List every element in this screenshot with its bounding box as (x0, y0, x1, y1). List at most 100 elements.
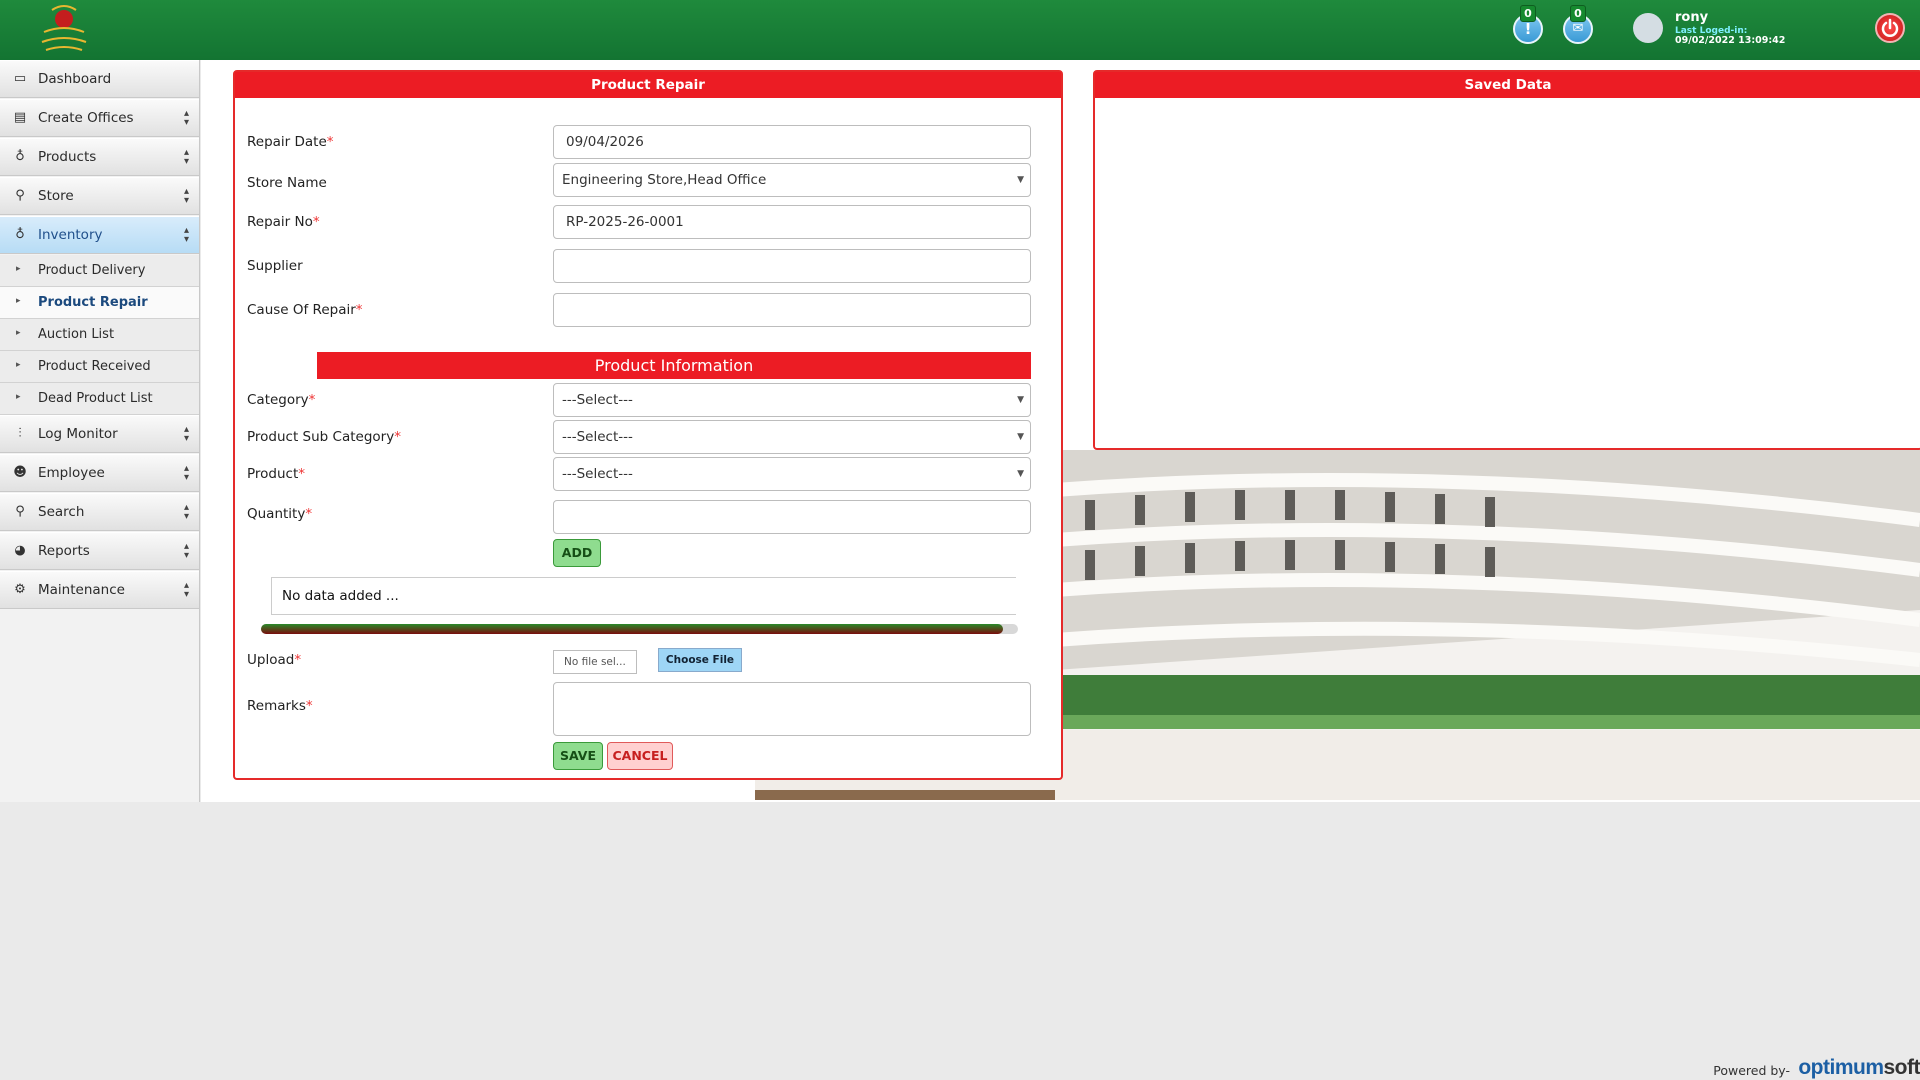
footer: Powered by- optimumsoft (1520, 1056, 1920, 1080)
remarks-textarea[interactable] (553, 682, 1031, 736)
chevron-down-icon: ▼ (1017, 432, 1024, 442)
cause-of-repair-label: Cause Of Repair* (247, 302, 363, 318)
sort-caret-icon: ▴ ▾ (183, 225, 189, 245)
sidebar-item-store[interactable]: ⚲ Store ▴ ▾ (0, 177, 199, 215)
chevron-down-icon: ▼ (1017, 395, 1024, 405)
sidebar-item-label: Search (38, 504, 85, 520)
chevron-right-icon: ▸ (16, 392, 21, 402)
subcategory-value: ---Select--- (562, 429, 633, 445)
lightbulb-icon: ♁ (15, 227, 25, 242)
subitem-label: Product Repair (38, 295, 148, 310)
users-icon: ☻ (13, 465, 27, 480)
sort-caret-icon: ▴ ▾ (183, 186, 189, 206)
chevron-right-icon: ▸ (16, 360, 21, 370)
items-table: No data added ... (271, 577, 1016, 615)
sidebar-item-label: Dashboard (38, 71, 112, 87)
sidebar-item-products[interactable]: ♁ Products ▴ ▾ (0, 138, 199, 176)
category-value: ---Select--- (562, 392, 633, 408)
choose-file-button[interactable]: Choose File (658, 648, 742, 672)
sort-caret-icon: ▴ ▾ (183, 424, 189, 444)
sidebar-item-label: Store (38, 188, 74, 204)
product-label: Product* (247, 466, 306, 482)
quantity-field[interactable] (553, 500, 1031, 534)
sort-caret-icon: ▴ ▾ (183, 502, 189, 522)
no-data-text: No data added ... (282, 588, 399, 604)
sidebar-item-label: Products (38, 149, 97, 165)
chevron-right-icon: ▸ (16, 296, 21, 306)
sidebar: ▭ Dashboard ▤ Create Offices ▴ ▾ ♁ Produc… (0, 60, 200, 802)
store-name-select[interactable]: Engineering Store,Head Office ▼ (553, 163, 1031, 197)
product-sub-category-select[interactable]: ---Select--- ▼ (553, 420, 1031, 454)
sidebar-item-label: Employee (38, 465, 105, 481)
sort-caret-icon: ▴ ▾ (183, 541, 189, 561)
product-sub-category-label: Product Sub Category* (247, 429, 401, 445)
logo-emblem-icon[interactable] (24, 4, 104, 56)
subitem-label: Product Delivery (38, 263, 146, 278)
repair-no-label: Repair No* (247, 214, 320, 230)
product-value: ---Select--- (562, 466, 633, 482)
subitem-product-delivery[interactable]: ▸ Product Delivery (0, 255, 199, 287)
sort-caret-icon: ▴ ▾ (183, 147, 189, 167)
sliders-icon: ⫶ (18, 426, 22, 441)
category-label: Category* (247, 392, 316, 408)
store-name-value: Engineering Store,Head Office (562, 172, 767, 188)
sidebar-item-label: Reports (38, 543, 90, 559)
subitem-product-repair[interactable]: ▸ Product Repair (0, 287, 199, 319)
product-information-header: Product Information (317, 352, 1031, 379)
repair-date-field[interactable]: 09/04/2026 (553, 125, 1031, 159)
subitem-dead-product-list[interactable]: ▸ Dead Product List (0, 383, 199, 415)
sidebar-item-reports[interactable]: ◕ Reports ▴ ▾ (0, 532, 199, 570)
save-button[interactable]: SAVE (553, 742, 603, 770)
cancel-button[interactable]: CANCEL (607, 742, 673, 770)
avatar[interactable] (1633, 13, 1663, 43)
sidebar-item-dashboard[interactable]: ▭ Dashboard (0, 60, 199, 98)
sidebar-item-label: Create Offices (38, 110, 134, 126)
sidebar-item-create-offices[interactable]: ▤ Create Offices ▴ ▾ (0, 99, 199, 137)
sort-caret-icon: ▴ ▾ (183, 108, 189, 128)
sidebar-item-maintenance[interactable]: ⚙ Maintenance ▴ ▾ (0, 571, 199, 609)
category-select[interactable]: ---Select--- ▼ (553, 383, 1031, 417)
repair-no-field[interactable]: RP-2025-26-0001 (553, 205, 1031, 239)
file-name-display: No file sel... (553, 650, 637, 674)
sidebar-item-employee[interactable]: ☻ Employee ▴ ▾ (0, 454, 199, 492)
product-select[interactable]: ---Select--- ▼ (553, 457, 1031, 491)
powered-by-text: Powered by- (1713, 1063, 1790, 1078)
subitem-label: Dead Product List (38, 391, 153, 406)
quantity-label: Quantity* (247, 506, 313, 522)
power-icon[interactable] (1875, 13, 1905, 43)
upload-label: Upload* (247, 652, 302, 668)
sidebar-item-inventory[interactable]: ♁ Inventory ▴ ▾ (0, 216, 199, 254)
chevron-down-icon: ▼ (1017, 469, 1024, 479)
supplier-field[interactable] (553, 249, 1031, 283)
pie-chart-icon: ◕ (14, 543, 26, 558)
messages-badge: 0 (1570, 5, 1586, 22)
subitem-auction-list[interactable]: ▸ Auction List (0, 319, 199, 351)
sidebar-item-log-monitor[interactable]: ⫶ Log Monitor ▴ ▾ (0, 415, 199, 453)
chevron-down-icon: ▼ (1017, 175, 1024, 185)
sidebar-item-search[interactable]: ⚲ Search ▴ ▾ (0, 493, 199, 531)
product-repair-panel: Product Repair Repair Date* 09/04/2026 S… (233, 70, 1063, 780)
remarks-label: Remarks* (247, 698, 313, 714)
add-button[interactable]: ADD (553, 539, 601, 567)
panel-title: Saved Data (1095, 72, 1920, 98)
last-login-value: 09/02/2022 13:09:42 (1675, 35, 1786, 46)
gear-icon: ⚙ (14, 582, 26, 597)
store-name-label: Store Name (247, 175, 327, 191)
supplier-label: Supplier (247, 258, 303, 274)
progress-bar (261, 624, 1018, 634)
saved-data-panel: Saved Data (1093, 70, 1920, 450)
chevron-right-icon: ▸ (16, 328, 21, 338)
subitem-label: Product Received (38, 359, 151, 374)
notifications-icon[interactable]: 0 ! (1513, 5, 1543, 44)
optimumsoft-logo[interactable]: optimumsoft (1798, 1056, 1920, 1080)
lightbulb-icon: ♁ (15, 149, 25, 164)
chevron-right-icon: ▸ (16, 264, 21, 274)
cause-of-repair-field[interactable] (553, 293, 1031, 327)
search-icon: ⚲ (15, 504, 25, 519)
building-icon: ▤ (13, 110, 27, 125)
messages-icon[interactable]: 0 ✉ (1563, 5, 1593, 44)
subitem-product-received[interactable]: ▸ Product Received (0, 351, 199, 383)
subitem-label: Auction List (38, 327, 115, 342)
sidebar-item-label: Log Monitor (38, 426, 118, 442)
sort-caret-icon: ▴ ▾ (183, 580, 189, 600)
